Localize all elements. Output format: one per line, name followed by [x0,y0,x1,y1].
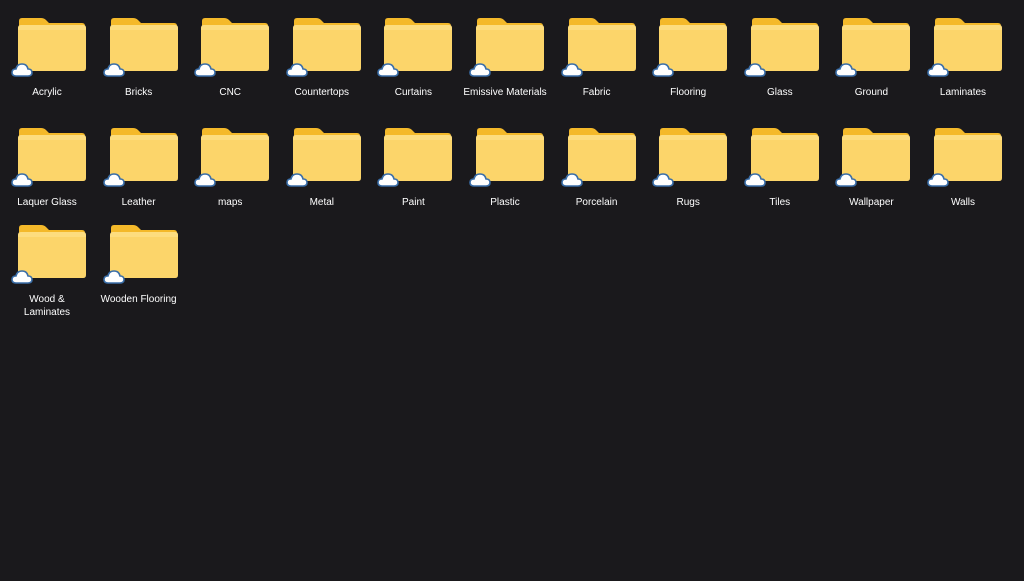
folder-label: Acrylic [32,87,62,98]
cloud-icon [835,63,858,77]
folder-item[interactable]: Ground [829,0,913,99]
folder-label: CNC [219,87,242,98]
folder-label: Countertops [294,87,350,98]
folder-item[interactable]: Paint [371,110,455,209]
folder-label: Emissive Materials [463,87,547,98]
folder-label: Fabric [582,87,611,98]
cloud-icon [285,173,308,187]
folder-item[interactable]: Bricks [97,0,181,99]
folder-label: Walls [950,197,976,208]
folder-item[interactable]: Walls [921,110,1005,209]
folder-label: maps [217,197,243,208]
folder-item[interactable]: Laminates [921,0,1005,99]
cloud-icon [102,173,125,187]
folder-icon-wrap [738,0,822,77]
folder-item[interactable]: maps [188,110,272,209]
folder-label: Bricks [124,87,153,98]
cloud-icon [652,63,674,77]
folder-icon-wrap [97,207,181,284]
folder-icon-wrap [97,0,181,77]
folder-label: Curtains [394,87,433,98]
cloud-icon [11,63,33,77]
folder-label: Flooring [670,87,707,98]
folder-icon-wrap [829,110,913,187]
folder-icon-wrap [646,110,730,187]
folder-item[interactable]: Laquer Glass [5,110,89,209]
folder-item[interactable]: Rugs [646,110,730,209]
folder-item[interactable]: Leather [97,110,181,209]
cloud-icon [194,63,216,77]
cloud-icon [469,173,491,187]
folder-label: Metal [309,197,335,208]
folder-icon-wrap [738,110,822,187]
cloud-icon [377,63,400,77]
folder-item[interactable]: CNC [188,0,272,99]
folder-icon-wrap [280,110,364,187]
folder-label: Laminates [939,87,987,98]
folder-icon-wrap [555,110,639,187]
folder-icon-wrap [463,0,547,77]
folder-icon-wrap [371,0,455,77]
folder-label: Glass [767,87,793,98]
folder-label: Wallpaper [849,197,894,208]
folder-icon-wrap [829,0,913,77]
folder-icon-wrap [5,0,89,77]
folder-icon-wrap [555,0,639,77]
cloud-icon [285,63,308,77]
folder-item[interactable]: Tiles [738,110,822,209]
cloud-icon [927,63,949,77]
folder-icon-wrap [188,0,272,77]
folder-item[interactable]: Acrylic [5,0,89,99]
folder-label: Wooden Flooring [100,294,177,305]
folder-icon-wrap [97,110,181,187]
folder-label: Tiles [769,197,791,208]
folder-grid: Acrylic Bricks CNC Countertops Curtains Emiss… [0,0,1024,581]
folder-label: Rugs [676,197,700,208]
folder-label: Wood & Laminates [23,294,71,318]
folder-icon-wrap [921,110,1005,187]
cloud-icon [102,63,125,77]
folder-item[interactable]: Fabric [555,0,639,99]
folder-label: Paint [401,197,425,208]
cloud-icon [560,63,583,77]
cloud-icon [560,173,583,187]
cloud-icon [835,173,858,187]
folder-icon-wrap [921,0,1005,77]
cloud-icon [377,173,400,187]
folder-label: Ground [854,87,889,98]
cloud-icon [194,173,216,187]
folder-icon-wrap [371,110,455,187]
folder-item[interactable]: Countertops [280,0,364,99]
cloud-icon [11,173,33,187]
folder-icon-wrap [463,110,547,187]
cloud-icon [743,63,766,77]
folder-item[interactable]: Glass [738,0,822,99]
folder-item[interactable]: Flooring [646,0,730,99]
cloud-icon [469,63,491,77]
folder-item[interactable]: Plastic [463,110,547,209]
cloud-icon [927,173,949,187]
folder-icon-wrap [280,0,364,77]
folder-item[interactable]: Porcelain [555,110,639,209]
cloud-icon [652,173,674,187]
folder-item[interactable]: Curtains [371,0,455,99]
cloud-icon [743,173,766,187]
cloud-icon [11,270,33,284]
folder-label: Plastic [490,197,520,208]
folder-label: Porcelain [575,197,618,208]
folder-icon-wrap [646,0,730,77]
folder-item[interactable]: Wallpaper [829,110,913,209]
folder-item[interactable]: Wood & Laminates [5,207,89,319]
folder-item[interactable]: Emissive Materials [463,0,547,99]
cloud-icon [102,270,125,284]
folder-item[interactable]: Wooden Flooring [97,207,181,306]
folder-icon-wrap [5,207,89,284]
folder-icon-wrap [188,110,272,187]
folder-icon-wrap [5,110,89,187]
folder-item[interactable]: Metal [280,110,364,209]
